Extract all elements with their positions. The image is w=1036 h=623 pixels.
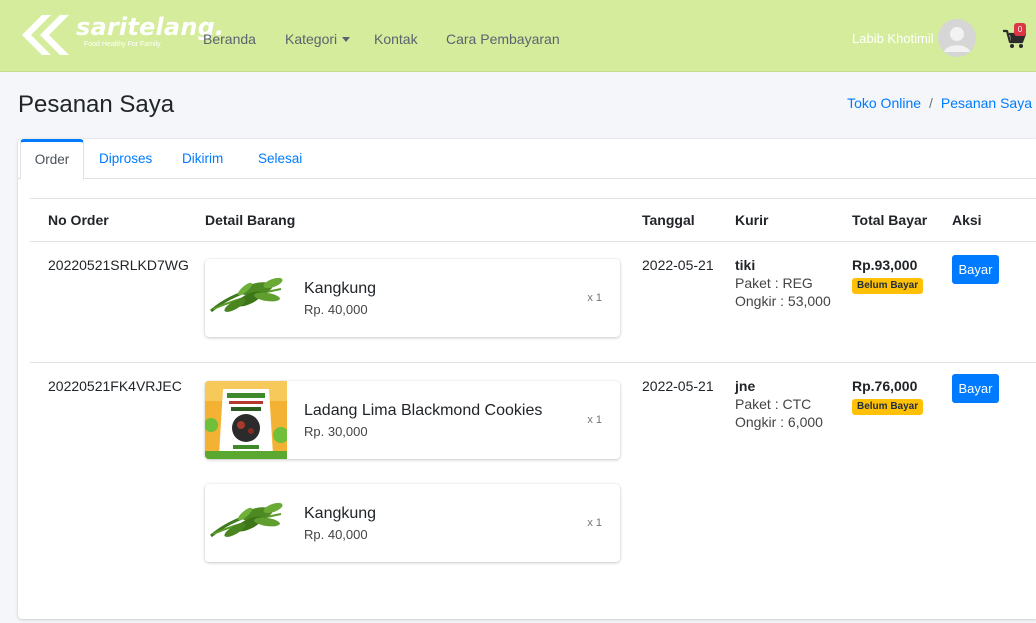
cookies-package-image <box>205 381 287 459</box>
item-name: Ladang Lima Blackmond Cookies <box>304 402 543 419</box>
column-header-total-bayar: Total Bayar <box>852 212 928 228</box>
courier-info: tiki Paket : REG Ongkir : 53,000 <box>735 256 831 310</box>
kangkung-image <box>205 484 287 562</box>
tab-selesai[interactable]: Selesai <box>258 139 302 179</box>
courier-info: jne Paket : CTC Ongkir : 6,000 <box>735 377 823 431</box>
total-amount: Rp.76,000 <box>852 378 918 394</box>
courier-package: Paket : REG <box>735 275 813 291</box>
nav-link-kategori-label: Kategori <box>285 31 338 47</box>
order-date: 2022-05-21 <box>642 378 714 394</box>
cart-count-badge: 0 <box>1014 23 1026 36</box>
courier-name: jne <box>735 378 756 394</box>
item-quantity: x 1 <box>587 517 602 529</box>
nav-link-kategori[interactable]: Kategori <box>285 30 351 48</box>
tab-diproses[interactable]: Diproses <box>99 139 152 179</box>
courier-name: tiki <box>735 257 756 273</box>
courier-package: Paket : CTC <box>735 396 812 412</box>
user-name[interactable]: Labib Khotimil <box>852 31 934 46</box>
item-price: Rp. 40,000 <box>304 302 368 317</box>
page-title: Pesanan Saya <box>18 91 175 118</box>
breadcrumb: Toko Online / Pesanan Saya <box>847 94 1032 112</box>
column-header-no-order: No Order <box>48 212 109 228</box>
breadcrumb-current: Pesanan Saya <box>940 95 1032 111</box>
item-name: Kangkung <box>304 280 377 297</box>
tab-order[interactable]: Order <box>20 139 84 180</box>
shipping-cost: Ongkir : 6,000 <box>735 414 823 430</box>
order-item-card[interactable]: Ladang Lima Blackmond Cookies Rp. 30,000… <box>205 381 620 459</box>
item-quantity: x 1 <box>587 292 602 304</box>
item-price: Rp. 40,000 <box>304 527 368 542</box>
pay-button[interactable]: Bayar <box>952 255 999 284</box>
breadcrumb-separator: / <box>929 95 933 111</box>
order-item-card[interactable]: Kangkung Rp. 40,000 x 1 <box>205 484 620 562</box>
order-number: 20220521SRLKD7WG <box>48 257 189 273</box>
brand-logo[interactable]: saritelang. Food Healthy For Family <box>18 12 224 58</box>
status-badge: Belum Bayar <box>852 399 924 415</box>
nav-link-kontak[interactable]: Kontak <box>374 30 418 48</box>
top-navbar: saritelang. Food Healthy For Family Bera… <box>0 0 1036 72</box>
item-quantity: x 1 <box>587 414 602 426</box>
total-amount: Rp.93,000 <box>852 257 918 273</box>
row-divider <box>30 362 1036 363</box>
column-header-aksi: Aksi <box>952 212 982 228</box>
order-item-card[interactable]: Kangkung Rp. 40,000 x 1 <box>205 259 620 337</box>
column-header-kurir: Kurir <box>735 212 769 228</box>
column-header-tanggal: Tanggal <box>642 212 695 228</box>
kangkung-image <box>205 259 287 337</box>
order-status-tabs: Order Diproses Dikirim Selesai <box>18 139 1036 180</box>
shipping-cost: Ongkir : 53,000 <box>735 293 831 309</box>
table-header-row: No Order Detail Barang Tanggal Kurir Tot… <box>30 198 1036 242</box>
total-payment: Rp.76,000 Belum Bayar <box>852 377 924 415</box>
total-payment: Rp.93,000 Belum Bayar <box>852 256 924 294</box>
breadcrumb-link-toko-online[interactable]: Toko Online <box>847 95 921 111</box>
user-avatar[interactable] <box>938 19 976 57</box>
double-chevron-left-icon <box>22 15 69 55</box>
user-silhouette-icon <box>938 19 976 57</box>
order-date: 2022-05-21 <box>642 257 714 273</box>
nav-link-cara-pembayaran[interactable]: Cara Pembayaran <box>446 30 560 48</box>
tab-dikirim[interactable]: Dikirim <box>182 139 223 179</box>
nav-link-beranda[interactable]: Beranda <box>203 30 256 48</box>
order-number: 20220521FK4VRJEC <box>48 378 182 394</box>
pay-button[interactable]: Bayar <box>952 374 999 403</box>
caret-down-icon <box>342 37 351 42</box>
item-price: Rp. 30,000 <box>304 424 368 439</box>
orders-card: Order Diproses Dikirim Selesai No Order … <box>18 139 1036 619</box>
item-name: Kangkung <box>304 505 377 522</box>
column-header-detail-barang: Detail Barang <box>205 212 296 228</box>
status-badge: Belum Bayar <box>852 278 924 294</box>
